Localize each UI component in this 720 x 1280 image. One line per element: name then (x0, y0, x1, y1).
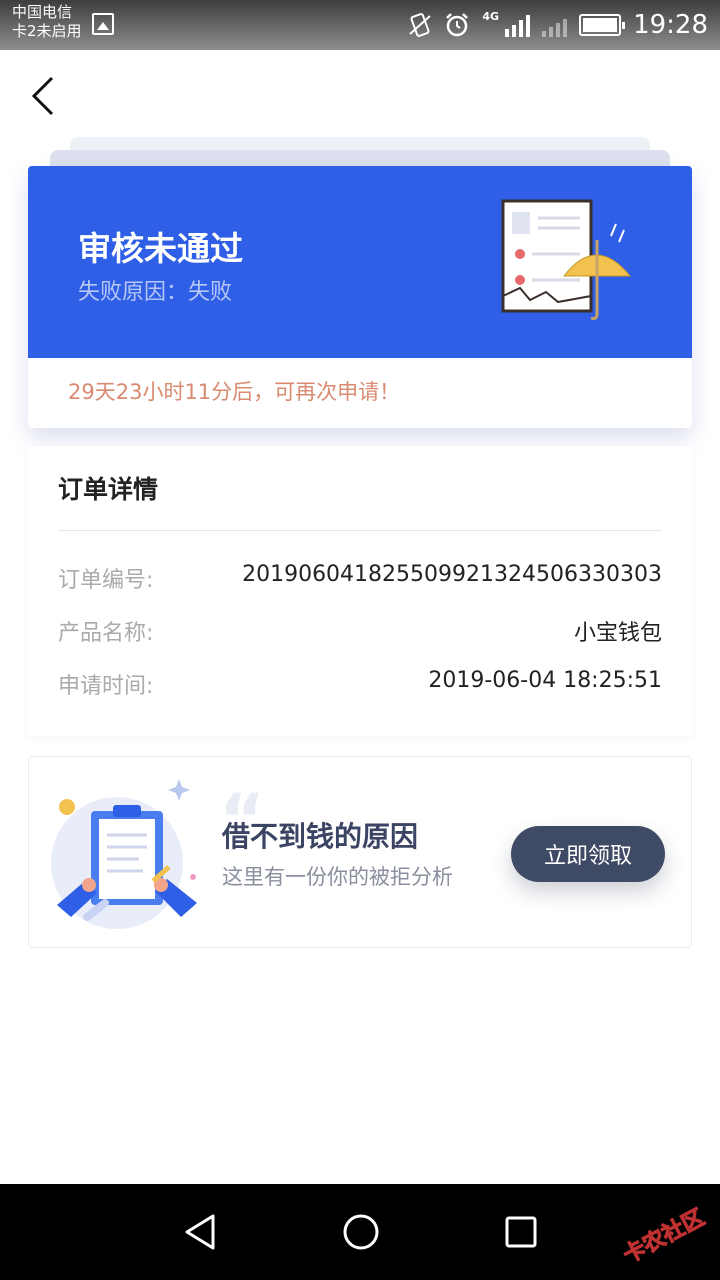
status-bar: 中国电信 卡2未启用 4G 19:28 (0, 0, 720, 50)
failure-reason: 失败原因：失败 (78, 280, 233, 305)
divider (58, 530, 662, 531)
screenshot-notification-icon (92, 13, 114, 35)
status-icons: 4G 19:28 (408, 0, 708, 50)
rejection-analysis-card[interactable]: “ 借不到钱的原因 这里有一份你的被拒分析 立即领取 (28, 756, 692, 948)
rejected-document-umbrella-icon (501, 199, 632, 320)
apply-time-value: 2019-06-04 18:25:51 (428, 668, 662, 693)
signal-sim2-icon (542, 13, 568, 37)
watermark-logo: 卡农社区 (618, 1204, 709, 1268)
promo-subtitle: 这里有一份你的被拒分析 (222, 865, 453, 889)
apply-time-label: 申请时间: (58, 674, 154, 699)
apply-time-row: 申请时间: 2019-06-04 18:25:51 (58, 668, 662, 700)
promo-title: 借不到钱的原因 (222, 820, 419, 853)
status-title: 审核未通过 (78, 229, 243, 268)
clock: 19:28 (633, 10, 708, 40)
alarm-icon (446, 13, 469, 37)
battery-icon (579, 14, 626, 36)
status-banner: 审核未通过 失败原因：失败 (28, 166, 692, 358)
signal-icon (505, 13, 531, 37)
sim2-status: 卡2未启用 (12, 22, 82, 40)
product-name-value: 小宝钱包 (573, 621, 662, 646)
chevron-left-icon (31, 76, 54, 116)
carrier-info: 中国电信 卡2未启用 (12, 3, 82, 41)
order-number-label: 订单编号: (58, 568, 154, 593)
carrier-name: 中国电信 (12, 3, 73, 21)
order-details-title: 订单详情 (58, 475, 159, 504)
retry-countdown: 29天23小时11分后，可再次申请！ (68, 380, 401, 404)
nav-recent-apps-icon[interactable] (499, 1210, 543, 1254)
clipboard-analysis-icon (51, 779, 197, 929)
order-details-card: 订单详情 订单编号: 20190604182550992132450633030… (28, 446, 692, 736)
product-name-label: 产品名称: (58, 621, 154, 646)
claim-now-button[interactable]: 立即领取 (511, 826, 665, 882)
vibrate-icon (409, 13, 432, 37)
back-button[interactable] (24, 68, 74, 124)
nav-back-icon[interactable] (179, 1210, 223, 1254)
nav-home-icon[interactable] (339, 1210, 383, 1254)
order-number-row: 订单编号: 201906041825509921324506330303 (58, 562, 662, 594)
network-type: 4G (482, 10, 500, 23)
review-status-card: 审核未通过 失败原因：失败 29天23小时11分后，可再次申请！ (28, 166, 692, 428)
svg-text:卡农社区: 卡农社区 (619, 1204, 709, 1268)
system-navigation-bar: 卡农社区 (0, 1184, 720, 1280)
product-name-row: 产品名称: 小宝钱包 (58, 615, 662, 647)
order-number-value: 201906041825509921324506330303 (242, 562, 662, 587)
